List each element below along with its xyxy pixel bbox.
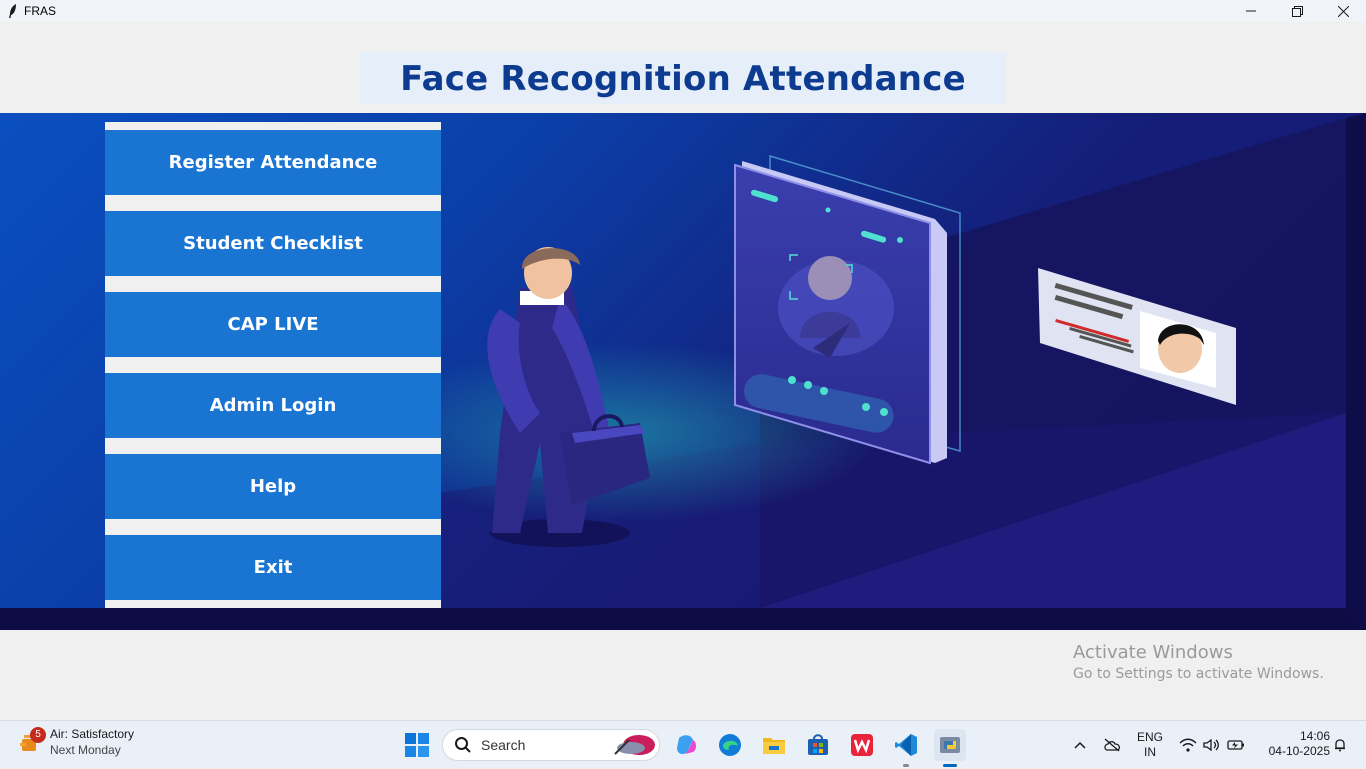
search-placeholder: Search	[481, 737, 526, 753]
vscode-app[interactable]	[890, 729, 922, 767]
taskbar-search[interactable]: Search	[442, 729, 660, 761]
file-explorer-icon	[763, 738, 785, 754]
network-button[interactable]	[1176, 721, 1200, 769]
chevron-up-icon	[1074, 741, 1086, 749]
edge-app[interactable]	[714, 729, 746, 761]
weather-subtitle: Next Monday	[50, 743, 121, 757]
wifi-icon	[1179, 738, 1197, 752]
clock-date: 04-10-2025	[1268, 744, 1330, 758]
search-highlight-icon	[614, 735, 655, 755]
battery-charging-icon	[1227, 740, 1244, 750]
system-clock[interactable]: 14:06 04-10-2025	[1254, 729, 1330, 759]
language-line-1: ENG	[1136, 730, 1163, 744]
exit-button[interactable]: Exit	[105, 535, 441, 600]
restore-button[interactable]	[1274, 0, 1320, 22]
python-icon	[940, 737, 960, 753]
student-checklist-button[interactable]: Student Checklist	[105, 211, 441, 276]
close-button[interactable]	[1320, 0, 1366, 22]
vscode-icon	[895, 734, 917, 756]
clock-time: 14:06	[1299, 729, 1330, 743]
weather-badge: 5	[30, 727, 46, 743]
restore-icon	[1291, 5, 1303, 17]
cloud-off-icon	[1104, 738, 1121, 752]
windows-icon	[405, 733, 429, 757]
search-icon	[455, 737, 471, 753]
copilot-app[interactable]	[670, 729, 702, 761]
weather-title: Air: Satisfactory	[50, 727, 135, 741]
start-button[interactable]	[404, 732, 430, 758]
window-title: FRAS	[24, 4, 57, 18]
notifications-button[interactable]	[1330, 721, 1350, 769]
feather-icon	[6, 4, 20, 18]
watermark-line-2: Go to Settings to activate Windows.	[1073, 666, 1324, 682]
main-panel: Register Attendance Student Checklist CA…	[0, 113, 1366, 630]
cap-live-button[interactable]: CAP LIVE	[105, 292, 441, 357]
wps-icon	[851, 734, 873, 756]
admin-login-button[interactable]: Admin Login	[105, 373, 441, 438]
activation-watermark: Activate Windows Go to Settings to activ…	[1073, 642, 1324, 682]
close-icon	[1337, 5, 1349, 17]
app-running-indicator	[903, 764, 909, 767]
notification-bell-icon	[1335, 739, 1345, 752]
help-button[interactable]: Help	[105, 454, 441, 519]
app-active-indicator	[943, 764, 957, 767]
window-titlebar: FRAS	[0, 0, 1366, 22]
minimize-icon	[1246, 10, 1256, 12]
weather-widget[interactable]: 5 Air: Satisfactory Next Monday	[18, 727, 134, 757]
python-app[interactable]	[934, 729, 966, 767]
register-attendance-button[interactable]: Register Attendance	[105, 130, 441, 195]
battery-button[interactable]	[1224, 721, 1248, 769]
taskbar: 5 Air: Satisfactory Next Monday Search E…	[0, 720, 1366, 768]
input-language[interactable]: ENG IN	[1136, 730, 1164, 760]
volume-button[interactable]	[1200, 721, 1222, 769]
volume-icon	[1203, 738, 1219, 752]
page-title: Face Recognition Attendance System	[360, 52, 1006, 153]
show-hidden-icons-button[interactable]	[1068, 721, 1092, 769]
minimize-button[interactable]	[1228, 0, 1274, 22]
watermark-line-1: Activate Windows	[1073, 642, 1233, 663]
wps-app[interactable]	[846, 729, 878, 761]
onedrive-button[interactable]	[1100, 721, 1124, 769]
language-line-2: IN	[1144, 745, 1156, 759]
edge-icon	[719, 734, 741, 756]
copilot-icon	[677, 735, 696, 755]
main-menu: Register Attendance Student Checklist CA…	[105, 122, 441, 608]
air-quality-icon: 5	[18, 727, 46, 755]
store-icon	[808, 734, 828, 755]
header-area: Face Recognition Attendance System	[0, 22, 1366, 153]
file-explorer-app[interactable]	[758, 729, 790, 761]
store-app[interactable]	[802, 729, 834, 761]
